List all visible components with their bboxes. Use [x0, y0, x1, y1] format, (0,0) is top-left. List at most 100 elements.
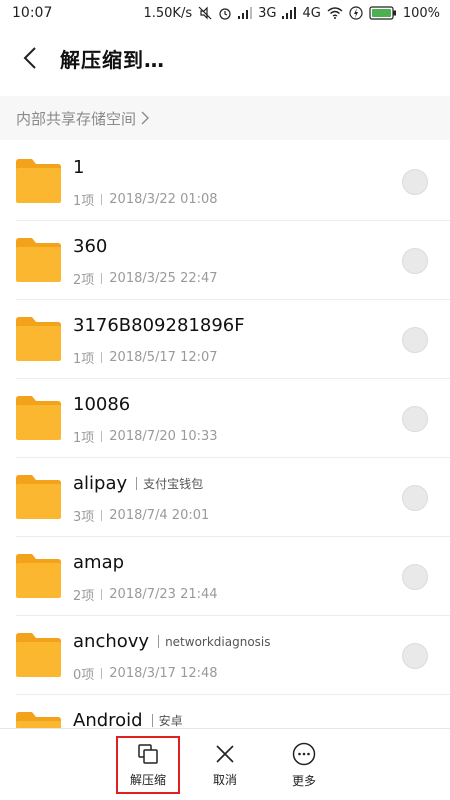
folder-meta: 3项 2018/7/4 20:01: [73, 506, 209, 525]
select-radio[interactable]: [402, 327, 428, 353]
bottom-action-bar: 解压缩 取消 更多: [0, 728, 450, 800]
folder-name-line: 1: [73, 157, 84, 178]
folder-count: 0项: [73, 668, 95, 683]
folder-row[interactable]: alipay 支付宝钱包 3项 2018/7/4 20:01: [16, 458, 450, 537]
tag-divider: [151, 714, 153, 727]
folder-row[interactable]: 360 2项 2018/3/25 22:47: [16, 221, 450, 300]
highlight-box: [116, 736, 180, 794]
folder-meta: 2项 2018/3/25 22:47: [73, 269, 218, 288]
signal-icon: [238, 7, 253, 19]
folder-name-line: alipay 支付宝钱包: [73, 473, 203, 494]
folder-list: 1 1项 2018/3/22 01:08 360 2项 2018/3/25 22:47 31…: [0, 142, 450, 728]
breadcrumb[interactable]: 内部共享存储空间: [0, 96, 450, 140]
folder-icon: [16, 396, 61, 440]
folder-row[interactable]: 10086 1项 2018/7/20 10:33: [16, 379, 450, 458]
folder-name: alipay: [73, 473, 128, 494]
wifi-icon: [327, 7, 343, 19]
page-title: 解压缩到…: [60, 47, 165, 72]
battery-level: 100%: [402, 5, 440, 21]
alarm-icon: [219, 8, 231, 20]
folder-icon: [16, 159, 61, 203]
folder-date: 2018/7/23 21:44: [109, 587, 218, 602]
meta-divider: [101, 273, 103, 284]
folder-date: 2018/3/17 12:48: [109, 666, 218, 681]
folder-name-line: Android 安卓: [73, 710, 183, 728]
meta-divider: [101, 589, 103, 600]
folder-icon: [16, 238, 61, 282]
meta-divider: [101, 431, 103, 442]
folder-name-line: 10086: [73, 394, 130, 415]
folder-count: 2项: [73, 589, 95, 604]
signal-icon-2: [282, 7, 297, 19]
folder-name: Android: [73, 710, 143, 728]
network-3g: 3G: [258, 5, 277, 21]
select-radio[interactable]: [402, 485, 428, 511]
folder-row[interactable]: 1 1项 2018/3/22 01:08: [16, 142, 450, 221]
folder-icon: [16, 712, 61, 728]
network-speed: 1.50K/s: [143, 5, 193, 21]
more-button[interactable]: 更多: [274, 729, 334, 800]
select-radio[interactable]: [402, 564, 428, 590]
more-icon: [292, 742, 316, 765]
folder-icon: [16, 317, 61, 361]
folder-meta: 1项 2018/7/20 10:33: [73, 427, 218, 446]
folder-date: 2018/3/22 01:08: [109, 192, 218, 207]
chevron-right-icon: [141, 111, 150, 125]
folder-name-line: 360: [73, 236, 107, 257]
breadcrumb-path[interactable]: 内部共享存储空间: [16, 108, 136, 129]
cancel-label: 取消: [212, 772, 237, 787]
battery-icon: [369, 6, 396, 20]
folder-meta: 0项 2018/3/17 12:48: [73, 664, 218, 683]
folder-meta: 2项 2018/7/23 21:44: [73, 585, 218, 604]
status-icons: 1.50K/s 3G 4G 100%: [143, 6, 440, 21]
folder-count: 2项: [73, 273, 95, 288]
back-button[interactable]: [0, 26, 60, 90]
meta-divider: [101, 194, 103, 205]
select-radio[interactable]: [402, 643, 428, 669]
folder-count: 1项: [73, 352, 95, 367]
folder-name: anchovy: [73, 631, 150, 652]
folder-tag: networkdiagnosis: [165, 634, 271, 649]
folder-row[interactable]: amap 2项 2018/7/23 21:44: [16, 537, 450, 616]
folder-row[interactable]: 3176B809281896F 1项 2018/5/17 12:07: [16, 300, 450, 379]
tag-divider: [136, 477, 138, 490]
status-time: 10:07: [12, 5, 53, 21]
folder-name: 360: [73, 236, 108, 257]
folder-date: 2018/5/17 12:07: [109, 350, 218, 365]
folder-name: 10086: [73, 394, 131, 415]
folder-name-line: anchovy networkdiagnosis: [73, 631, 271, 652]
header: 解压缩到…: [0, 26, 450, 90]
folder-meta: 1项 2018/3/22 01:08: [73, 190, 218, 209]
folder-name: amap: [73, 552, 125, 573]
select-radio[interactable]: [402, 406, 428, 432]
folder-icon: [16, 554, 61, 598]
select-radio[interactable]: [402, 248, 428, 274]
folder-name-line: 3176B809281896F: [73, 315, 245, 336]
meta-divider: [101, 668, 103, 679]
folder-row[interactable]: anchovy networkdiagnosis 0项 2018/3/17 12:48: [16, 616, 450, 695]
folder-icon: [16, 633, 61, 677]
tag-divider: [158, 635, 160, 648]
folder-name-line: amap: [73, 552, 124, 573]
meta-divider: [101, 352, 103, 363]
select-radio[interactable]: [402, 169, 428, 195]
more-label: 更多: [291, 773, 316, 788]
folder-count: 1项: [73, 194, 95, 209]
folder-date: 2018/7/4 20:01: [109, 508, 210, 523]
charging-icon: [349, 6, 363, 20]
folder-icon: [16, 475, 61, 519]
folder-name: 3176B809281896F: [73, 315, 245, 336]
folder-date: 2018/7/20 10:33: [109, 429, 218, 444]
folder-meta: 1项 2018/5/17 12:07: [73, 348, 218, 367]
mute-icon: [198, 6, 212, 20]
cancel-button[interactable]: 取消: [195, 729, 255, 800]
folder-tag: 支付宝钱包: [143, 477, 204, 491]
folder-name: 1: [73, 157, 85, 178]
back-arrow-icon: [23, 47, 36, 69]
folder-count: 1项: [73, 431, 95, 446]
folder-row[interactable]: Android 安卓: [16, 695, 450, 728]
network-4g: 4G: [302, 5, 321, 21]
status-bar: 10:07 1.50K/s 3G 4G 100%: [0, 0, 450, 26]
meta-divider: [101, 510, 103, 521]
close-icon: [216, 744, 234, 763]
